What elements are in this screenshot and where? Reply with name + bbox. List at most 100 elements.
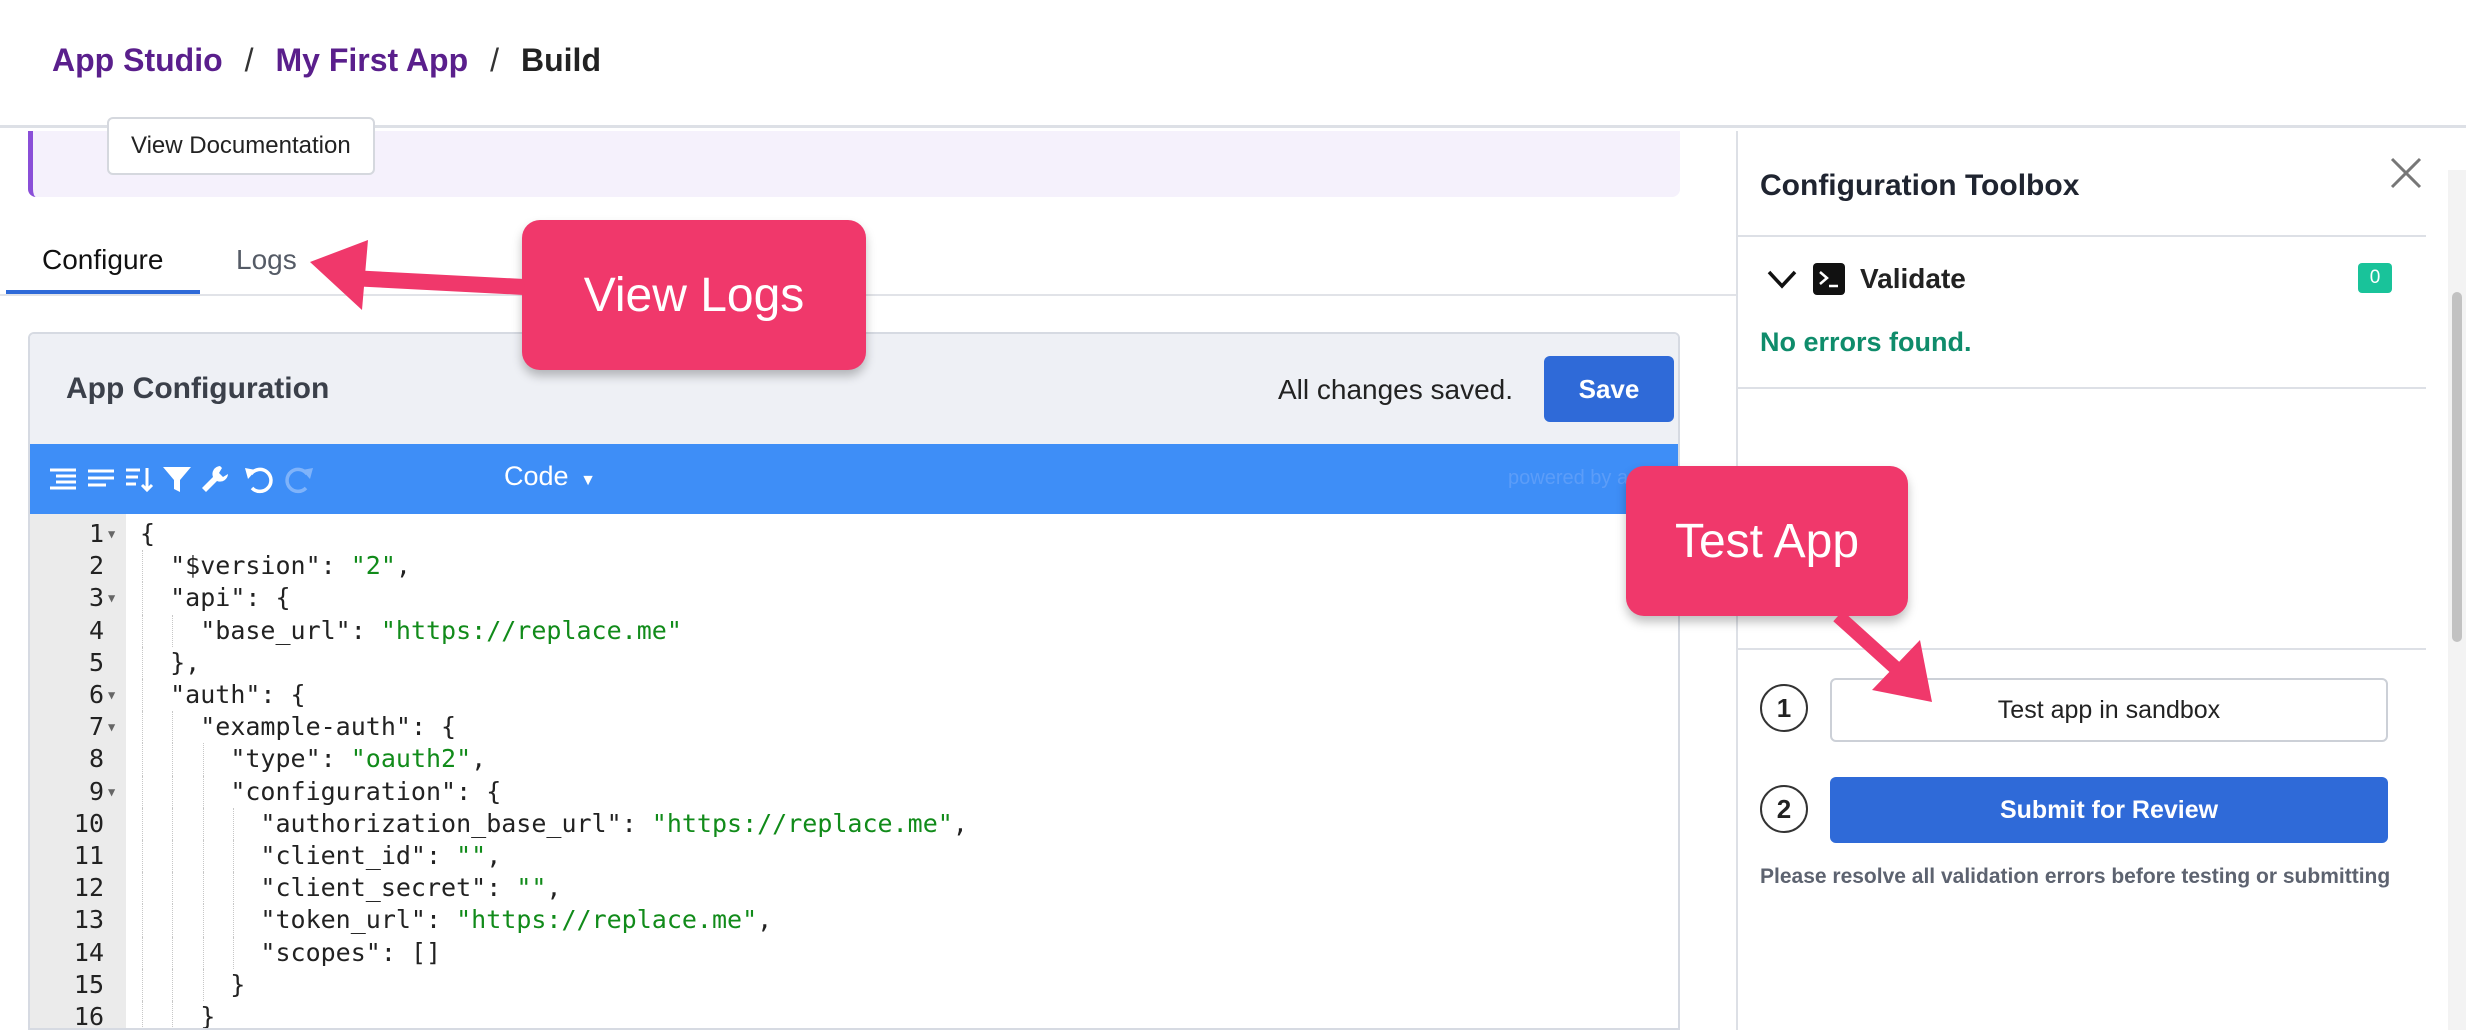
code-text: "example-auth": { [200, 712, 457, 742]
code-text: }, [140, 647, 201, 677]
code-line[interactable]: 6 ▼ "auth": { [30, 679, 1678, 711]
indent-guide [172, 614, 174, 647]
code-line[interactable]: 14 "scopes": [] [30, 937, 1678, 969]
info-banner: View Documentation [28, 117, 1680, 197]
code-line[interactable]: 3 ▼ "api": { [30, 582, 1678, 614]
active-tab-indicator [6, 290, 200, 294]
code-line[interactable]: 7 ▼ "example-auth": { [30, 711, 1678, 743]
line-number: 5 [88, 647, 104, 677]
code-line[interactable]: 11 "client_id": "", [30, 840, 1678, 872]
compact-icon[interactable] [82, 460, 120, 498]
fold-toggle-icon[interactable]: ▼ [108, 679, 115, 711]
repair-wrench-icon[interactable] [196, 460, 234, 498]
save-status-text: All changes saved. [1278, 374, 1514, 405]
code-text: "authorization_base_url": "https://repla… [260, 808, 968, 838]
line-number: 4 [88, 615, 104, 645]
indent-guide [142, 646, 143, 679]
filter-icon[interactable] [158, 460, 196, 498]
undo-icon[interactable] [240, 460, 278, 498]
line-number: 16 [73, 1002, 104, 1030]
mode-dropdown[interactable]: Code ▼ [504, 461, 596, 492]
indent-guide [142, 904, 143, 937]
redo-icon[interactable] [280, 460, 318, 498]
indent-guide [202, 904, 204, 937]
code-text: "client_id": "", [260, 841, 502, 870]
tab-configure[interactable]: Configure [42, 244, 163, 276]
fold-toggle-icon[interactable]: ▼ [108, 776, 115, 808]
indent-guide [202, 743, 204, 776]
code-editor[interactable]: 1 ▼{2 "$version": "2", 3 ▼ "api": {4 "base_… [30, 514, 1678, 1030]
code-line[interactable]: 9 ▼ "configuration": { [30, 776, 1678, 808]
breadcrumb-separator: / [490, 42, 499, 78]
indent-guide [142, 582, 143, 615]
breadcrumb-my-first-app-link[interactable]: My First App [276, 42, 469, 79]
divider [1738, 235, 2426, 237]
code-line[interactable]: 8 "type": "oauth2", [30, 743, 1678, 775]
code-line[interactable]: 16 } [30, 1001, 1678, 1030]
code-line[interactable]: 13 "token_url": "https://replace.me", [30, 904, 1678, 936]
code-line[interactable]: 10 "authorization_base_url": "https://re… [30, 808, 1678, 840]
code-text: "scopes": [] [260, 937, 442, 967]
indent-guide [142, 550, 143, 583]
caret-down-icon: ▼ [580, 472, 596, 489]
test-app-in-sandbox-button[interactable]: Test app in sandbox [1830, 678, 2388, 742]
test-app-callout: Test App [1626, 466, 1908, 616]
code-text: "$version": "2", [170, 551, 411, 581]
validate-label: Validate [1860, 263, 1966, 294]
indent-guide [172, 775, 174, 808]
breadcrumb-app-studio-link[interactable]: App Studio [52, 42, 223, 79]
format-icon[interactable] [44, 460, 82, 498]
validation-status: No errors found. [1760, 327, 1972, 357]
code-line[interactable]: 1 ▼ { [30, 518, 1678, 550]
line-number: 6 [88, 680, 104, 709]
error-count-badge: 0 [2358, 263, 2392, 293]
line-number: 2 [88, 551, 104, 581]
fold-toggle-icon[interactable]: ▼ [108, 518, 115, 550]
line-number: 10 [73, 808, 104, 838]
code-line[interactable]: 5 }, [30, 647, 1678, 679]
code-text: "api": { [170, 583, 291, 613]
tab-logs[interactable]: Logs [236, 244, 297, 276]
divider [1738, 648, 2426, 650]
line-number: 1 [88, 519, 104, 548]
indent-guide [142, 968, 143, 1001]
validate-section-toggle[interactable]: Validate [1764, 259, 1966, 299]
indent-guide [142, 1001, 143, 1028]
indent-guide [142, 743, 143, 776]
indent-guide [202, 807, 204, 840]
editor-toolbar: Code ▼ powered by ace [30, 444, 1678, 514]
view-documentation-button[interactable]: View Documentation [107, 117, 375, 175]
code-text: { [140, 519, 156, 548]
tab-bar: Configure Logs [0, 222, 1736, 296]
code-line[interactable]: 12 "client_secret": "", [30, 872, 1678, 904]
app-configuration-card: App Configuration All changes saved. Sav… [28, 332, 1680, 1030]
submit-for-review-button[interactable]: Submit for Review [1830, 777, 2388, 843]
close-icon[interactable] [2386, 153, 2426, 193]
indent-guide [172, 711, 174, 744]
code-text: "token_url": "https://replace.me", [260, 905, 773, 935]
save-button[interactable]: Save [1544, 356, 1674, 422]
divider [1738, 387, 2426, 389]
indent-guide [233, 872, 235, 905]
code-line[interactable]: 4 "base_url": "https://replace.me" [30, 615, 1678, 647]
scrollbar-thumb[interactable] [2452, 292, 2462, 642]
code-text: "type": "oauth2", [230, 744, 487, 774]
line-number: 11 [73, 841, 104, 870]
code-line[interactable]: 15 } [30, 969, 1678, 1001]
validation-hint: Please resolve all validation errors bef… [1760, 865, 2391, 888]
fold-toggle-icon[interactable]: ▼ [108, 711, 115, 743]
indent-guide [142, 807, 143, 840]
line-number: 9 [88, 776, 104, 806]
fold-toggle-icon[interactable]: ▼ [108, 582, 115, 614]
code-line[interactable]: 2 "$version": "2", [30, 550, 1678, 582]
indent-guide [233, 936, 235, 969]
indent-guide [233, 807, 235, 840]
line-number: 13 [73, 905, 104, 935]
indent-guide [172, 1001, 174, 1028]
step-number-1: 1 [1760, 684, 1808, 732]
sort-icon[interactable] [120, 460, 158, 498]
indent-guide [202, 968, 204, 1001]
indent-guide [202, 775, 204, 808]
app-header: App Studio / My First App / Build [0, 0, 2466, 128]
indent-guide [142, 614, 143, 647]
